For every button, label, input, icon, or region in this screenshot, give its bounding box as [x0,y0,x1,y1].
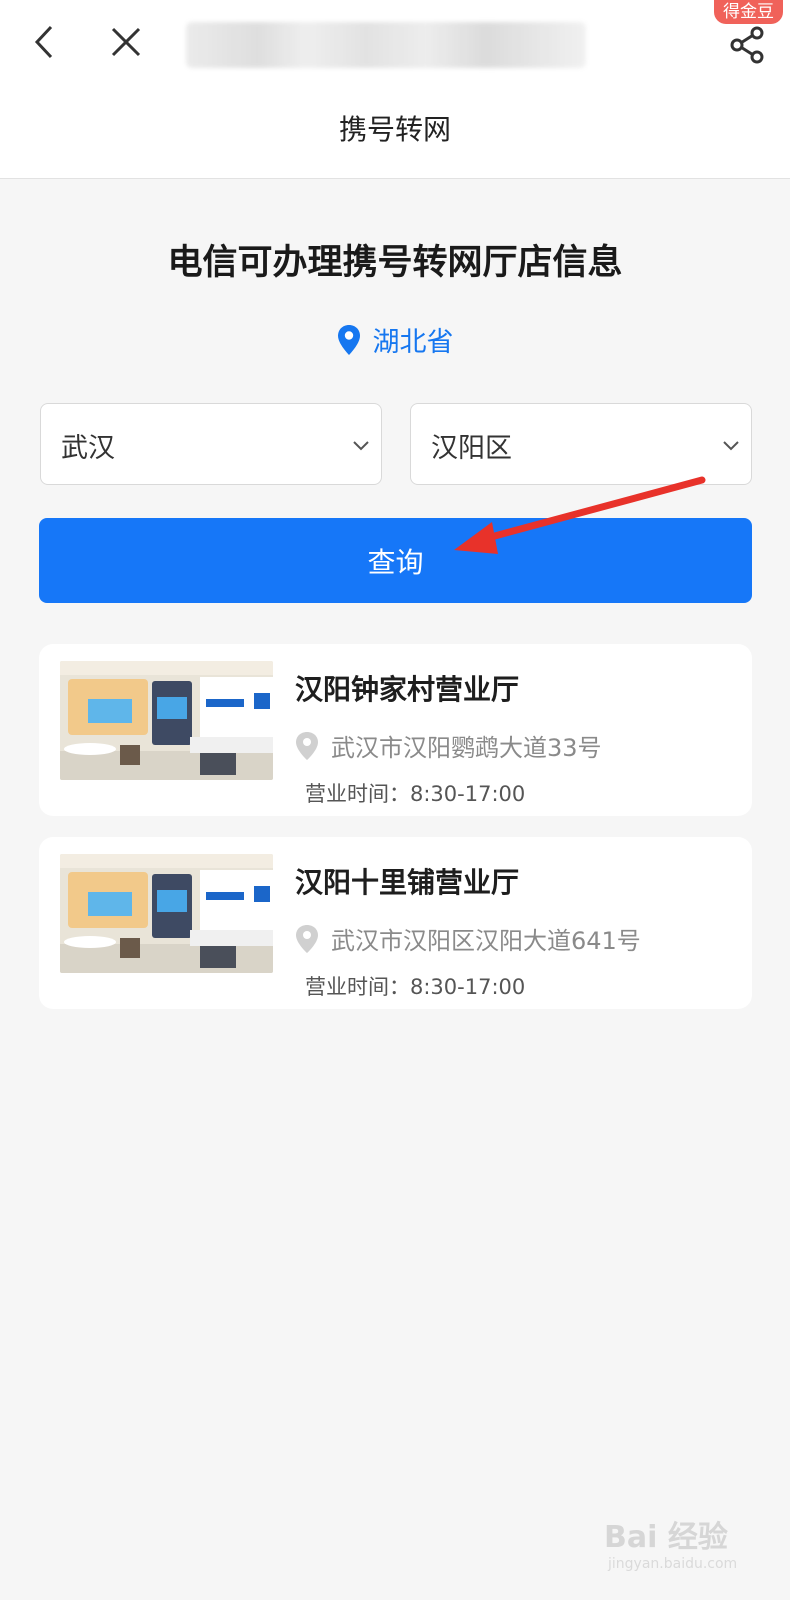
share-icon [730,26,764,64]
store-card[interactable]: 汉阳钟家村营业厅 武汉市汉阳鹦鹉大道33号 营业时间：8:30-17:00 [39,644,752,816]
location-pin-icon [296,924,318,953]
top-bar: 得金豆 携号转网 [0,0,790,179]
store-name: 汉阳钟家村营业厅 [295,673,520,706]
store-hours: 营业时间：8:30-17:00 [305,782,526,806]
store-card[interactable]: 汉阳十里铺营业厅 武汉市汉阳区汉阳大道641号 营业时间：8:30-17:00 [39,837,752,1009]
store-address: 武汉市汉阳区汉阳大道641号 [331,927,641,955]
watermark-main: Bai 经验 [604,1520,728,1555]
city-select-value: 武汉 [61,433,115,464]
location-pin-icon [337,324,360,355]
chevron-down-icon [353,441,369,451]
annotation-arrow-icon [454,476,706,554]
city-select[interactable]: 武汉 [40,403,382,485]
share-button[interactable] [722,20,772,70]
close-button[interactable] [104,20,148,64]
store-photo [60,661,273,780]
store-address-row: 武汉市汉阳区汉阳大道641号 [295,921,641,956]
store-photo [60,854,273,973]
chevron-down-icon [723,441,739,451]
chevron-left-icon [34,25,53,59]
province-label: 湖北省 [372,327,454,358]
watermark-sub: jingyan.baidu.com [608,1556,738,1572]
section-heading: 电信可办理携号转网厅店信息 [167,243,623,283]
baidu-watermark: Bai 经验 jingyan.baidu.com [604,1512,774,1582]
blurred-window-title [186,22,586,68]
store-name: 汉阳十里铺营业厅 [295,866,520,899]
page-title: 携号转网 [338,113,451,146]
district-select-value: 汉阳区 [431,433,512,464]
store-hours: 营业时间：8:30-17:00 [305,975,526,999]
province-selector[interactable]: 湖北省 [0,320,790,359]
close-icon [111,27,141,57]
back-button[interactable] [22,20,66,64]
store-address-row: 武汉市汉阳鹦鹉大道33号 [295,728,602,763]
location-pin-icon [296,731,318,760]
store-address: 武汉市汉阳鹦鹉大道33号 [331,734,602,762]
